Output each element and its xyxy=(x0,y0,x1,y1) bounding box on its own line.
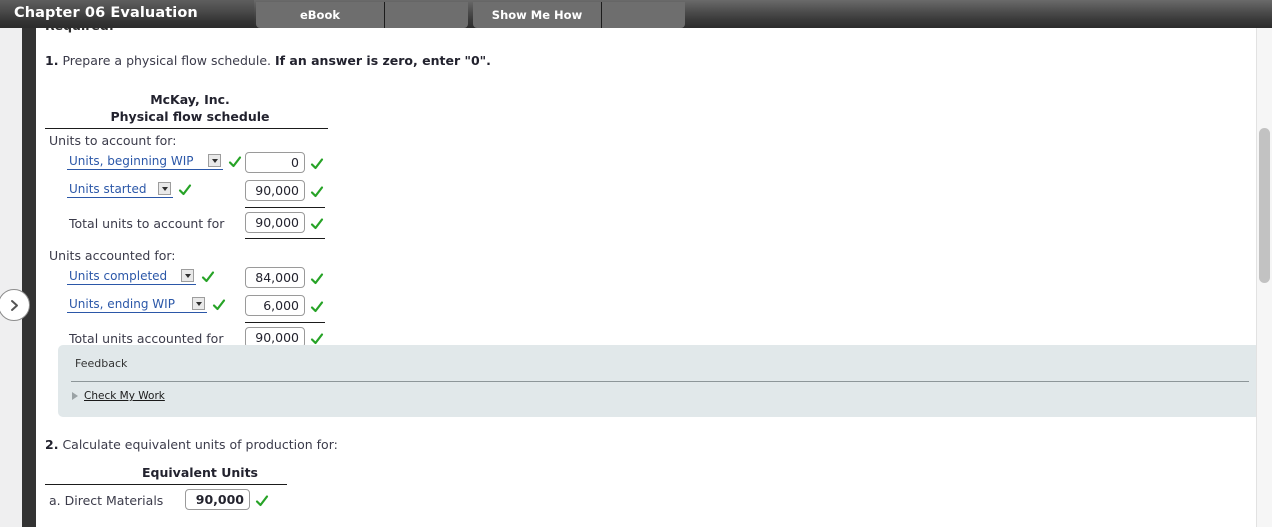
units-beginning-wip-select-value: Units, beginning WIP xyxy=(69,153,194,168)
total-units-to-account-for-input[interactable] xyxy=(245,212,305,233)
row-2-value-cell xyxy=(245,180,324,201)
feedback-label: Feedback xyxy=(75,357,128,370)
question-1-prompt: 1. Prepare a physical flow schedule. If … xyxy=(45,53,491,68)
vertical-scrollbar[interactable] xyxy=(1256,28,1272,527)
direct-materials-value-cell xyxy=(185,489,269,510)
total-units-accounted-for-label: Total units accounted for xyxy=(69,331,224,346)
main-content: Required: 1. Prepare a physical flow sch… xyxy=(36,28,1256,527)
question-1-emphasis: If an answer is zero, enter "0". xyxy=(274,53,491,68)
units-completed-input[interactable] xyxy=(245,267,305,288)
check-my-work-label: Check My Work xyxy=(84,390,165,402)
chevron-down-icon xyxy=(158,182,171,195)
units-beginning-wip-select[interactable]: Units, beginning WIP xyxy=(67,152,223,170)
units-ending-wip-input[interactable] xyxy=(245,295,305,316)
question-2-prompt: 2. Calculate equivalent units of product… xyxy=(45,437,338,452)
row-4-select-cell: Units, ending WIP xyxy=(67,295,226,313)
correct-check-icon xyxy=(255,493,269,507)
feedback-divider xyxy=(71,381,1249,382)
schedule-company-name: McKay, Inc. xyxy=(150,92,230,107)
chevron-down-icon xyxy=(181,269,194,282)
correct-check-icon xyxy=(178,182,192,196)
row-1-value-cell xyxy=(245,152,324,173)
ebook-button[interactable]: eBook xyxy=(256,2,384,28)
table-row: a. Direct Materials xyxy=(45,485,315,515)
correct-check-icon xyxy=(310,331,324,345)
question-1-number: 1. xyxy=(45,53,59,68)
units-completed-select[interactable]: Units completed xyxy=(67,267,196,285)
correct-check-icon xyxy=(310,271,324,285)
required-heading: Required: xyxy=(45,28,114,33)
table-row: Units completed xyxy=(45,265,335,293)
total-1-value-cell xyxy=(245,212,324,233)
row-3-value-cell xyxy=(245,267,324,288)
scrollbar-thumb[interactable] xyxy=(1259,128,1270,283)
row-3-select-cell: Units completed xyxy=(67,267,215,285)
feedback-panel: Feedback Check My Work xyxy=(58,345,1256,417)
equivalent-units-table: Equivalent Units a. Direct Materials xyxy=(45,465,315,515)
show-me-how-group-extra-button[interactable] xyxy=(601,2,685,28)
left-dark-rail xyxy=(22,0,36,527)
units-ending-wip-select-value: Units, ending WIP xyxy=(69,296,175,311)
left-gray-rail xyxy=(0,0,22,527)
total-rule-bottom xyxy=(245,238,325,239)
total-rule-top xyxy=(245,207,325,208)
units-beginning-wip-input[interactable] xyxy=(245,152,305,173)
correct-check-icon xyxy=(212,297,226,311)
units-started-select-value: Units started xyxy=(69,181,147,196)
question-2-number: 2. xyxy=(45,437,59,452)
units-accounted-for-label: Units accounted for: xyxy=(49,248,176,263)
units-started-select[interactable]: Units started xyxy=(67,180,173,198)
direct-materials-input[interactable] xyxy=(185,489,250,510)
ebook-button-group: eBook xyxy=(256,2,468,28)
show-me-how-button-group: Show Me How xyxy=(473,2,685,28)
units-ending-wip-select[interactable]: Units, ending WIP xyxy=(67,295,207,313)
units-to-account-for-label: Units to account for: xyxy=(49,133,177,148)
correct-check-icon xyxy=(310,299,324,313)
row-4-value-cell xyxy=(245,295,324,316)
schedule-title: Physical flow schedule xyxy=(110,109,270,124)
total-units-to-account-for-label: Total units to account for xyxy=(69,216,225,231)
chevron-down-icon xyxy=(192,297,205,310)
page-title: Chapter 06 Evaluation xyxy=(14,5,198,21)
direct-materials-label: a. Direct Materials xyxy=(49,493,164,508)
table-row: Units, beginning WIP xyxy=(45,150,335,178)
application-window: Chapter 06 Evaluation eBook Show Me How … xyxy=(0,0,1272,527)
units-completed-select-value: Units completed xyxy=(69,268,168,283)
equivalent-units-header: Equivalent Units xyxy=(142,465,258,480)
table-row: Units, ending WIP xyxy=(45,293,335,321)
show-me-how-button[interactable]: Show Me How xyxy=(473,2,601,28)
correct-check-icon xyxy=(228,154,242,168)
chevron-right-icon xyxy=(7,298,22,313)
triangle-right-icon xyxy=(72,392,78,400)
correct-check-icon xyxy=(310,156,324,170)
correct-check-icon xyxy=(310,184,324,198)
top-bar: Chapter 06 Evaluation eBook Show Me How xyxy=(0,0,1272,28)
question-2-text: Calculate equivalent units of production… xyxy=(62,437,338,452)
check-my-work-link[interactable]: Check My Work xyxy=(72,390,165,402)
table-row: Units started xyxy=(45,178,335,206)
correct-check-icon xyxy=(201,269,215,283)
ebook-group-extra-button[interactable] xyxy=(384,2,468,28)
question-1-text: Prepare a physical flow schedule. xyxy=(62,53,271,68)
units-started-input[interactable] xyxy=(245,180,305,201)
chevron-down-icon xyxy=(208,154,221,167)
correct-check-icon xyxy=(310,216,324,230)
expand-handle-tab-top xyxy=(22,283,36,290)
row-1-select-cell: Units, beginning WIP xyxy=(67,152,242,170)
total-rule-top xyxy=(245,322,325,323)
table-row-total: Total units to account for xyxy=(45,206,335,240)
physical-flow-schedule: McKay, Inc. Physical flow schedule Units… xyxy=(45,91,335,355)
row-2-select-cell: Units started xyxy=(67,180,192,198)
expand-handle-tab-bottom xyxy=(22,320,36,327)
